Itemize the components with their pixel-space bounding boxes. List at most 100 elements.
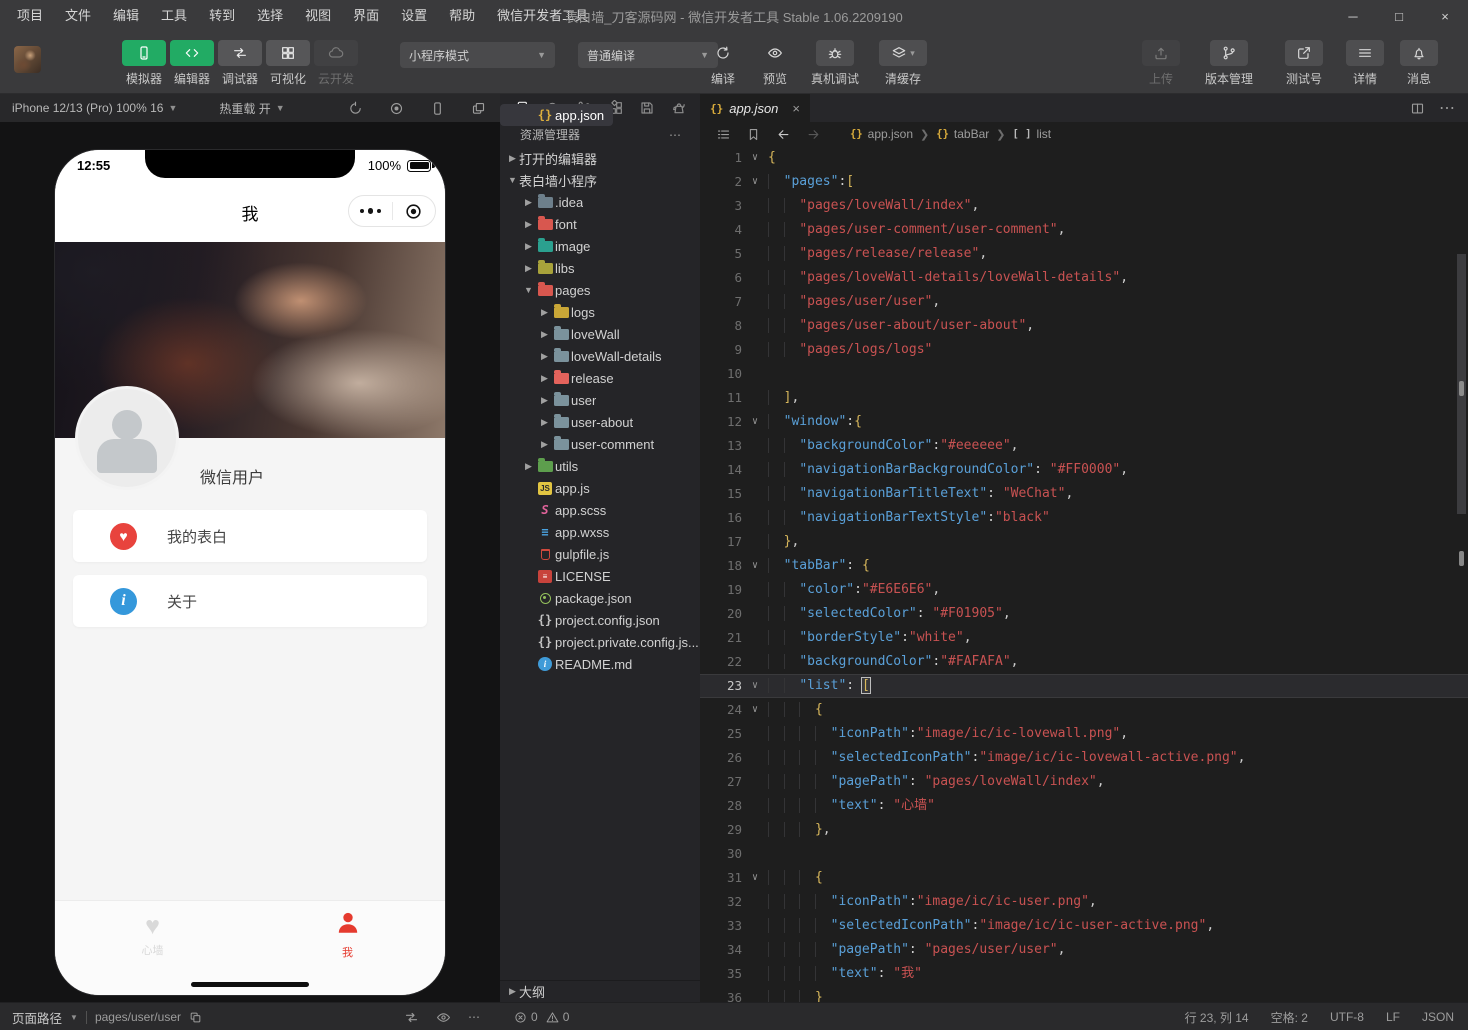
tree-item-release[interactable]: ▶release bbox=[500, 367, 700, 389]
menu-item-关于[interactable]: i关于 bbox=[73, 575, 427, 627]
code-line-31[interactable]: 31∨ { bbox=[700, 866, 1468, 890]
tree-item-package.json[interactable]: package.json bbox=[500, 587, 700, 609]
tree-item-打开的编辑器[interactable]: ▶打开的编辑器 bbox=[500, 147, 700, 169]
tree-item-.idea[interactable]: ▶.idea bbox=[500, 191, 700, 213]
tree-item-app.json[interactable]: {}app.json bbox=[500, 104, 613, 126]
tree-item-logs[interactable]: ▶logs bbox=[500, 301, 700, 323]
code-line-12[interactable]: 12∨ "window":{ bbox=[700, 410, 1468, 434]
code-line-26[interactable]: 26 "selectedIconPath":"image/ic/ic-lovew… bbox=[700, 746, 1468, 770]
menubar-item-工具[interactable]: 工具 bbox=[150, 0, 198, 32]
chevron-right-icon[interactable]: ▶ bbox=[538, 439, 551, 450]
rotate-icon[interactable] bbox=[348, 101, 363, 116]
chevron-right-icon[interactable]: ▶ bbox=[522, 197, 535, 208]
toolbar-action-预览[interactable]: 预览 bbox=[752, 40, 798, 87]
maximize-button[interactable]: □ bbox=[1376, 0, 1422, 32]
chevron-right-icon[interactable]: ▶ bbox=[506, 153, 519, 164]
chevron-right-icon[interactable]: ▶ bbox=[522, 241, 535, 252]
encoding[interactable]: UTF-8 bbox=[1330, 1010, 1364, 1024]
breadcrumb-item-app.json[interactable]: {}app.json bbox=[850, 127, 913, 141]
chevron-right-icon[interactable]: ▶ bbox=[522, 461, 535, 472]
tree-item-app.scss[interactable]: Sapp.scss bbox=[500, 499, 700, 521]
code-line-28[interactable]: 28 "text": "心墙" bbox=[700, 794, 1468, 818]
menubar-item-文件[interactable]: 文件 bbox=[54, 0, 102, 32]
cursor-position[interactable]: 行 23, 列 14 bbox=[1185, 1009, 1249, 1026]
chevron-right-icon[interactable]: ▶ bbox=[538, 395, 551, 406]
menubar-item-转到[interactable]: 转到 bbox=[198, 0, 246, 32]
chevron-down-icon[interactable]: ▼ bbox=[522, 285, 535, 295]
tree-item-user-comment[interactable]: ▶user-comment bbox=[500, 433, 700, 455]
problems-section[interactable]: 0 0 bbox=[514, 1003, 569, 1030]
fold-chevron-icon[interactable]: ∨ bbox=[742, 698, 768, 722]
code-line-32[interactable]: 32 "iconPath":"image/ic/ic-user.png", bbox=[700, 890, 1468, 914]
menubar-item-编辑[interactable]: 编辑 bbox=[102, 0, 150, 32]
user-avatar[interactable] bbox=[14, 46, 41, 73]
toolbar-action-清缓存[interactable]: ▾清缓存 bbox=[872, 40, 934, 87]
fold-chevron-icon[interactable]: ∨ bbox=[742, 410, 768, 434]
tree-item-image[interactable]: ▶image bbox=[500, 235, 700, 257]
code-line-25[interactable]: 25 "iconPath":"image/ic/ic-lovewall.png"… bbox=[700, 722, 1468, 746]
miniprogram-capsule[interactable] bbox=[348, 195, 436, 227]
code-line-11[interactable]: 11 ], bbox=[700, 386, 1468, 410]
menubar-item-界面[interactable]: 界面 bbox=[342, 0, 390, 32]
phone-tab-我[interactable]: 我 bbox=[250, 901, 445, 969]
tree-item-表白墙小程序[interactable]: ▼表白墙小程序 bbox=[500, 169, 700, 191]
more-actions-icon[interactable]: ⋯ bbox=[669, 128, 682, 142]
fold-chevron-icon[interactable]: ∨ bbox=[742, 170, 768, 194]
tab-app-json[interactable]: {} app.json × bbox=[700, 94, 810, 122]
breadcrumb-item-list[interactable]: [ ]list bbox=[1012, 127, 1051, 141]
bookmark-icon[interactable] bbox=[746, 127, 761, 142]
fold-chevron-icon[interactable]: ∨ bbox=[742, 866, 768, 890]
toolbar-button-消息[interactable]: 消息 bbox=[1396, 40, 1442, 87]
code-line-18[interactable]: 18∨ "tabBar": { bbox=[700, 554, 1468, 578]
device-icon[interactable] bbox=[430, 101, 445, 116]
tree-item-loveWall-details[interactable]: ▶loveWall-details bbox=[500, 345, 700, 367]
menubar-item-微信开发者工具[interactable]: 微信开发者工具 bbox=[486, 0, 599, 32]
code-line-33[interactable]: 33 "selectedIconPath":"image/ic/ic-user-… bbox=[700, 914, 1468, 938]
tree-item-font[interactable]: ▶font bbox=[500, 213, 700, 235]
chevron-right-icon[interactable]: ▶ bbox=[522, 263, 535, 274]
tree-item-user[interactable]: ▶user bbox=[500, 389, 700, 411]
indent-setting[interactable]: 空格: 2 bbox=[1271, 1009, 1308, 1026]
tree-item-user-about[interactable]: ▶user-about bbox=[500, 411, 700, 433]
outline-list-icon[interactable] bbox=[716, 127, 731, 142]
code-line-8[interactable]: 8 "pages/user-about/user-about", bbox=[700, 314, 1468, 338]
menubar-item-项目[interactable]: 项目 bbox=[6, 0, 54, 32]
code-area[interactable]: 1∨{2∨ "pages":[3 "pages/loveWall/index",… bbox=[700, 146, 1468, 1010]
breadcrumb-item-tabBar[interactable]: {}tabBar bbox=[936, 127, 989, 141]
code-line-22[interactable]: 22 "backgroundColor":"#FAFAFA", bbox=[700, 650, 1468, 674]
code-line-34[interactable]: 34 "pagePath": "pages/user/user", bbox=[700, 938, 1468, 962]
compile-select[interactable]: 普通编译 ▼ bbox=[578, 42, 718, 68]
menu-item-我的表白[interactable]: ♥我的表白 bbox=[73, 510, 427, 562]
code-line-3[interactable]: 3 "pages/loveWall/index", bbox=[700, 194, 1468, 218]
save-icon[interactable] bbox=[639, 100, 655, 116]
code-line-24[interactable]: 24∨ { bbox=[700, 698, 1468, 722]
page-path-label[interactable]: 页面路径 bbox=[12, 1008, 62, 1027]
mode-select[interactable]: 小程序模式 ▼ bbox=[400, 42, 555, 68]
phone-tab-心墙[interactable]: ♥心墙 bbox=[55, 901, 250, 969]
tree-item-LICENSE[interactable]: ≡LICENSE bbox=[500, 565, 700, 587]
more-icon[interactable]: ⋯ bbox=[1439, 98, 1456, 118]
fold-chevron-icon[interactable]: ∨ bbox=[742, 146, 768, 170]
code-line-14[interactable]: 14 "navigationBarBackgroundColor": "#FF0… bbox=[700, 458, 1468, 482]
tree-item-README.md[interactable]: iREADME.md bbox=[500, 653, 700, 675]
toolbar-button-编辑器[interactable]: 编辑器 bbox=[168, 40, 216, 87]
chevron-down-icon[interactable]: ▼ bbox=[506, 175, 519, 185]
toolbar-button-模拟器[interactable]: 模拟器 bbox=[120, 40, 168, 87]
eye-icon[interactable] bbox=[436, 1010, 451, 1025]
tree-item-libs[interactable]: ▶libs bbox=[500, 257, 700, 279]
code-line-15[interactable]: 15 "navigationBarTitleText": "WeChat", bbox=[700, 482, 1468, 506]
menubar-item-设置[interactable]: 设置 bbox=[390, 0, 438, 32]
chevron-right-icon[interactable]: ▶ bbox=[538, 351, 551, 362]
code-line-20[interactable]: 20 "selectedColor": "#F01905", bbox=[700, 602, 1468, 626]
toolbar-button-详情[interactable]: 详情 bbox=[1342, 40, 1388, 87]
language-mode[interactable]: JSON bbox=[1422, 1010, 1454, 1024]
outline-section[interactable]: ▶ 大纲 bbox=[500, 980, 700, 1002]
code-line-5[interactable]: 5 "pages/release/release", bbox=[700, 242, 1468, 266]
code-line-23[interactable]: 23∨ "list": [ bbox=[700, 674, 1468, 698]
tree-item-pages[interactable]: ▼pages bbox=[500, 279, 700, 301]
code-line-6[interactable]: 6 "pages/loveWall-details/loveWall-detai… bbox=[700, 266, 1468, 290]
user-avatar-placeholder[interactable] bbox=[75, 386, 179, 490]
toolbar-action-编译[interactable]: 编译 bbox=[700, 40, 746, 87]
chevron-right-icon[interactable]: ▶ bbox=[538, 417, 551, 428]
copy-icon[interactable] bbox=[189, 1011, 202, 1024]
